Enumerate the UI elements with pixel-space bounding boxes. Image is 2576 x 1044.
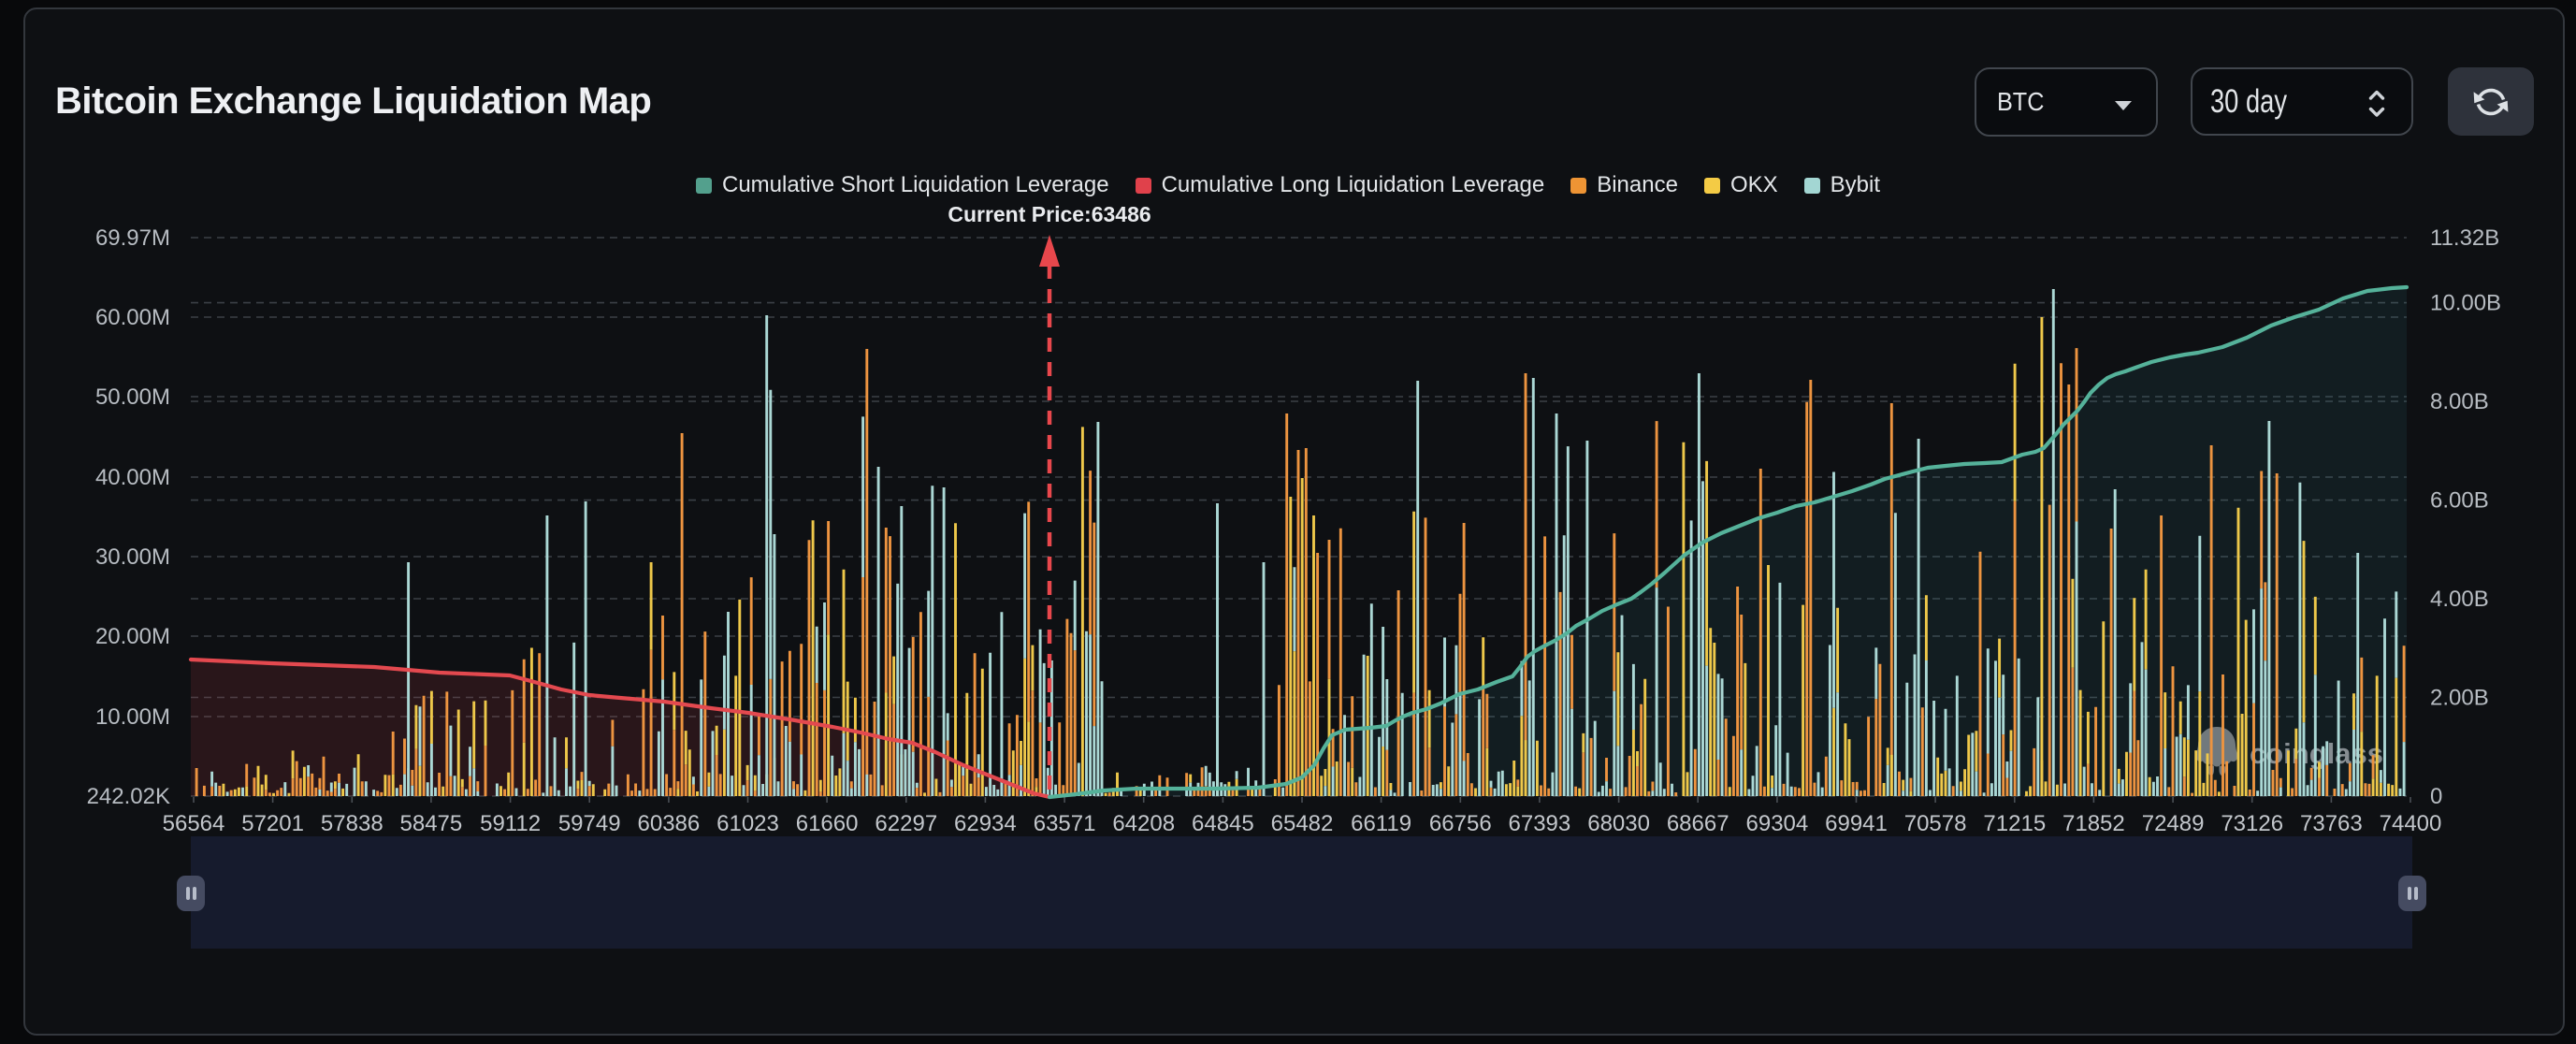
svg-text:30.00M: 30.00M — [95, 544, 170, 570]
svg-text:69941: 69941 — [1825, 811, 1888, 836]
svg-text:58475: 58475 — [400, 811, 463, 836]
svg-text:6.00B: 6.00B — [2430, 488, 2489, 514]
svg-text:56564: 56564 — [163, 811, 225, 836]
svg-text:20.00M: 20.00M — [95, 624, 170, 649]
svg-text:57201: 57201 — [241, 811, 304, 836]
svg-text:60386: 60386 — [638, 811, 701, 836]
svg-text:62934: 62934 — [954, 811, 1017, 836]
svg-text:65482: 65482 — [1271, 811, 1334, 836]
svg-text:60.00M: 60.00M — [95, 305, 170, 330]
svg-text:73763: 73763 — [2300, 811, 2363, 836]
svg-text:66119: 66119 — [1351, 811, 1411, 836]
svg-text:40.00M: 40.00M — [95, 465, 170, 490]
svg-text:69304: 69304 — [1746, 811, 1809, 836]
svg-text:73126: 73126 — [2221, 811, 2283, 836]
svg-text:61023: 61023 — [716, 811, 779, 836]
svg-text:8.00B: 8.00B — [2430, 389, 2489, 414]
svg-text:70578: 70578 — [1904, 811, 1967, 836]
svg-text:66756: 66756 — [1429, 811, 1492, 836]
svg-text:72489: 72489 — [2142, 811, 2205, 836]
svg-text:242.02K: 242.02K — [87, 784, 170, 809]
svg-text:69.97M: 69.97M — [95, 225, 170, 251]
svg-text:11.32B: 11.32B — [2430, 225, 2499, 251]
svg-text:68030: 68030 — [1587, 811, 1650, 836]
svg-text:62297: 62297 — [875, 811, 937, 836]
svg-text:68667: 68667 — [1667, 811, 1729, 836]
svg-text:4.00B: 4.00B — [2430, 587, 2489, 612]
svg-text:2.00B: 2.00B — [2430, 686, 2489, 711]
svg-text:64845: 64845 — [1192, 811, 1254, 836]
svg-text:63571: 63571 — [1034, 811, 1096, 836]
svg-text:71852: 71852 — [2062, 811, 2125, 836]
svg-text:59112: 59112 — [480, 811, 541, 836]
svg-text:10.00M: 10.00M — [95, 704, 170, 730]
svg-text:10.00B: 10.00B — [2430, 291, 2501, 316]
svg-text:0: 0 — [2430, 784, 2442, 809]
svg-text:50.00M: 50.00M — [95, 384, 170, 410]
svg-text:71215: 71215 — [1983, 811, 2046, 836]
svg-text:57838: 57838 — [321, 811, 384, 836]
svg-text:67393: 67393 — [1509, 811, 1571, 836]
svg-text:59749: 59749 — [558, 811, 621, 836]
svg-text:64208: 64208 — [1112, 811, 1175, 836]
svg-text:61660: 61660 — [796, 811, 859, 836]
svg-text:74400: 74400 — [2380, 811, 2442, 836]
